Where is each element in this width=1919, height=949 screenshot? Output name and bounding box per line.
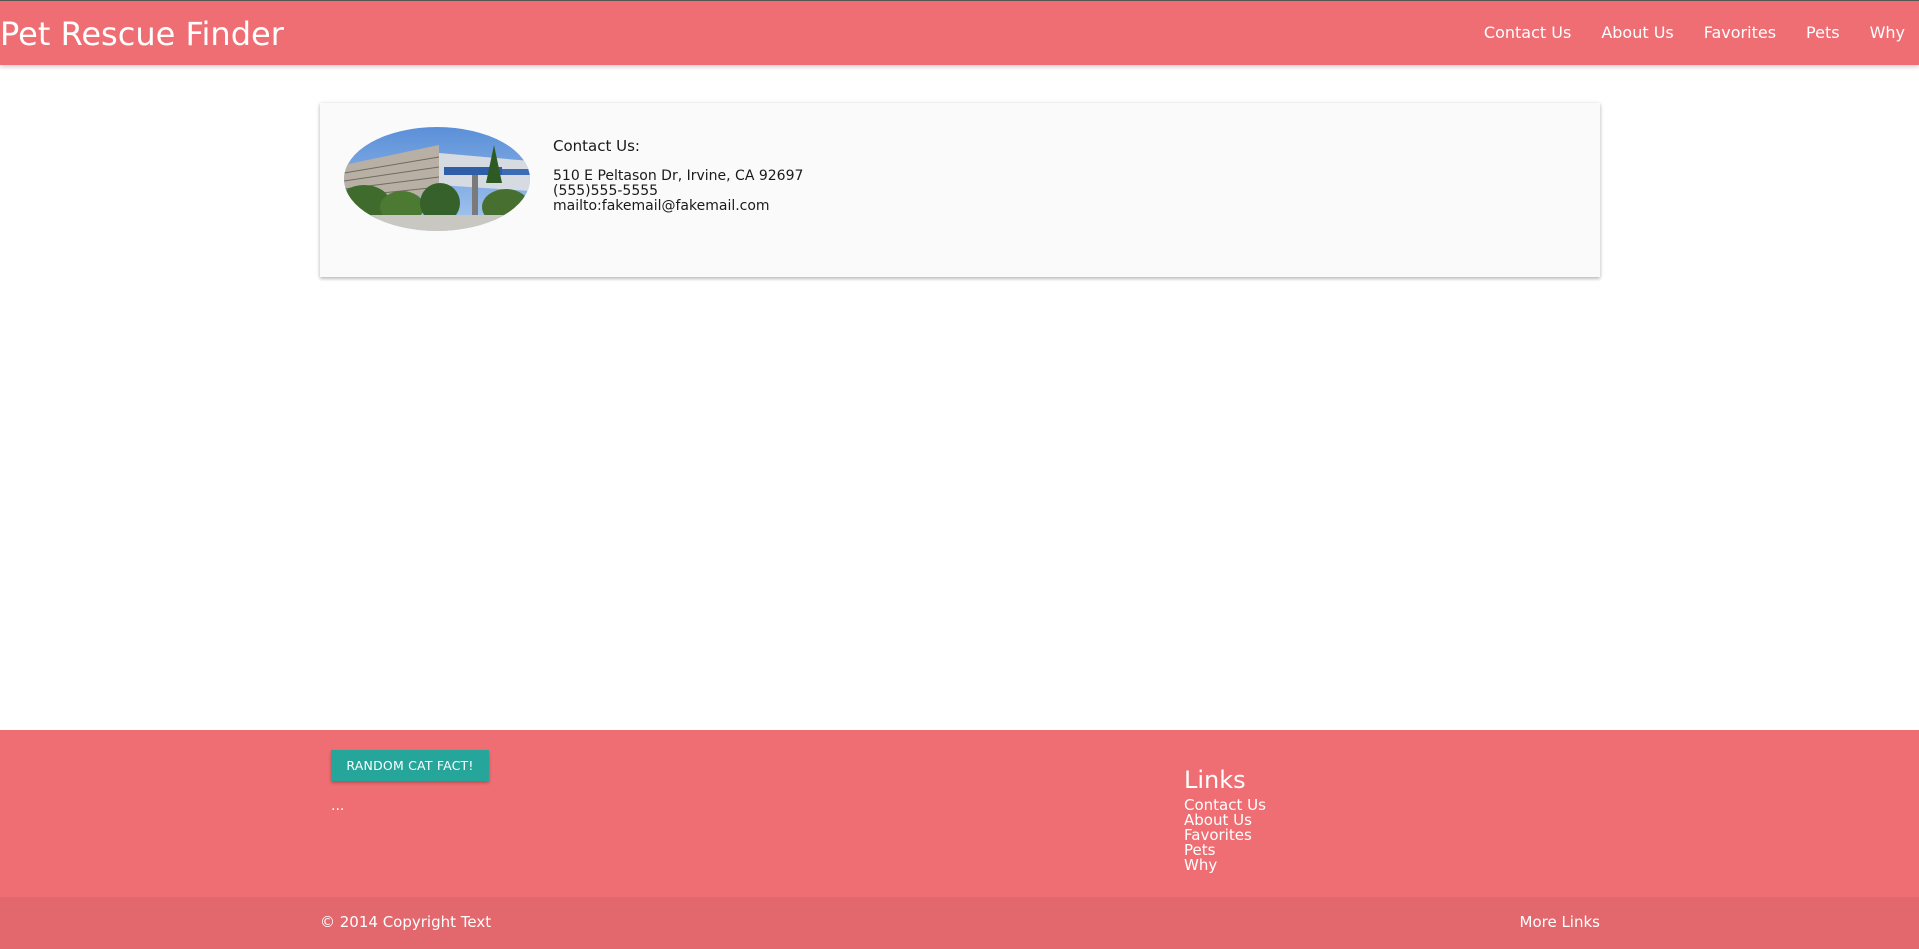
- top-navbar: Pet Rescue Finder Contact Us About Us Fa…: [0, 0, 1919, 65]
- building-photo-image: [344, 127, 530, 231]
- contact-details: Contact Us: 510 E Peltason Dr, Irvine, C…: [553, 139, 803, 214]
- nav-link-favorites[interactable]: Favorites: [1704, 23, 1776, 43]
- nav-links: Contact Us About Us Favorites Pets Why: [1484, 23, 1905, 43]
- nav-link-contact-us[interactable]: Contact Us: [1484, 23, 1571, 43]
- contact-phone: (555)555-5555: [553, 183, 659, 199]
- cat-fact-text: ...: [331, 798, 345, 814]
- nav-link-about-us[interactable]: About Us: [1601, 23, 1673, 43]
- nav-link-why[interactable]: Why: [1870, 23, 1905, 43]
- contact-card: Contact Us: 510 E Peltason Dr, Irvine, C…: [320, 103, 1600, 277]
- building-photo: [344, 127, 530, 231]
- footer-link-why[interactable]: Why: [1184, 858, 1266, 873]
- footer-copyright-bar: © 2014 Copyright Text More Links: [0, 897, 1919, 949]
- footer-links-section: Links Contact Us About Us Favorites Pets…: [1184, 766, 1266, 873]
- copyright-text: © 2014 Copyright Text: [320, 913, 492, 931]
- random-cat-fact-button[interactable]: RANDOM CAT FACT!: [331, 750, 489, 781]
- contact-address: 510 E Peltason Dr, Irvine, CA 92697: [553, 168, 804, 184]
- contact-heading: Contact Us:: [553, 137, 640, 155]
- footer-links-heading: Links: [1184, 766, 1246, 794]
- nav-link-pets[interactable]: Pets: [1806, 23, 1840, 43]
- more-links-link[interactable]: More Links: [1520, 913, 1601, 931]
- brand-logo-link[interactable]: Pet Rescue Finder: [0, 15, 284, 53]
- page-footer: RANDOM CAT FACT! ... Links Contact Us Ab…: [0, 730, 1919, 897]
- contact-email[interactable]: mailto:fakemail@fakemail.com: [553, 199, 803, 214]
